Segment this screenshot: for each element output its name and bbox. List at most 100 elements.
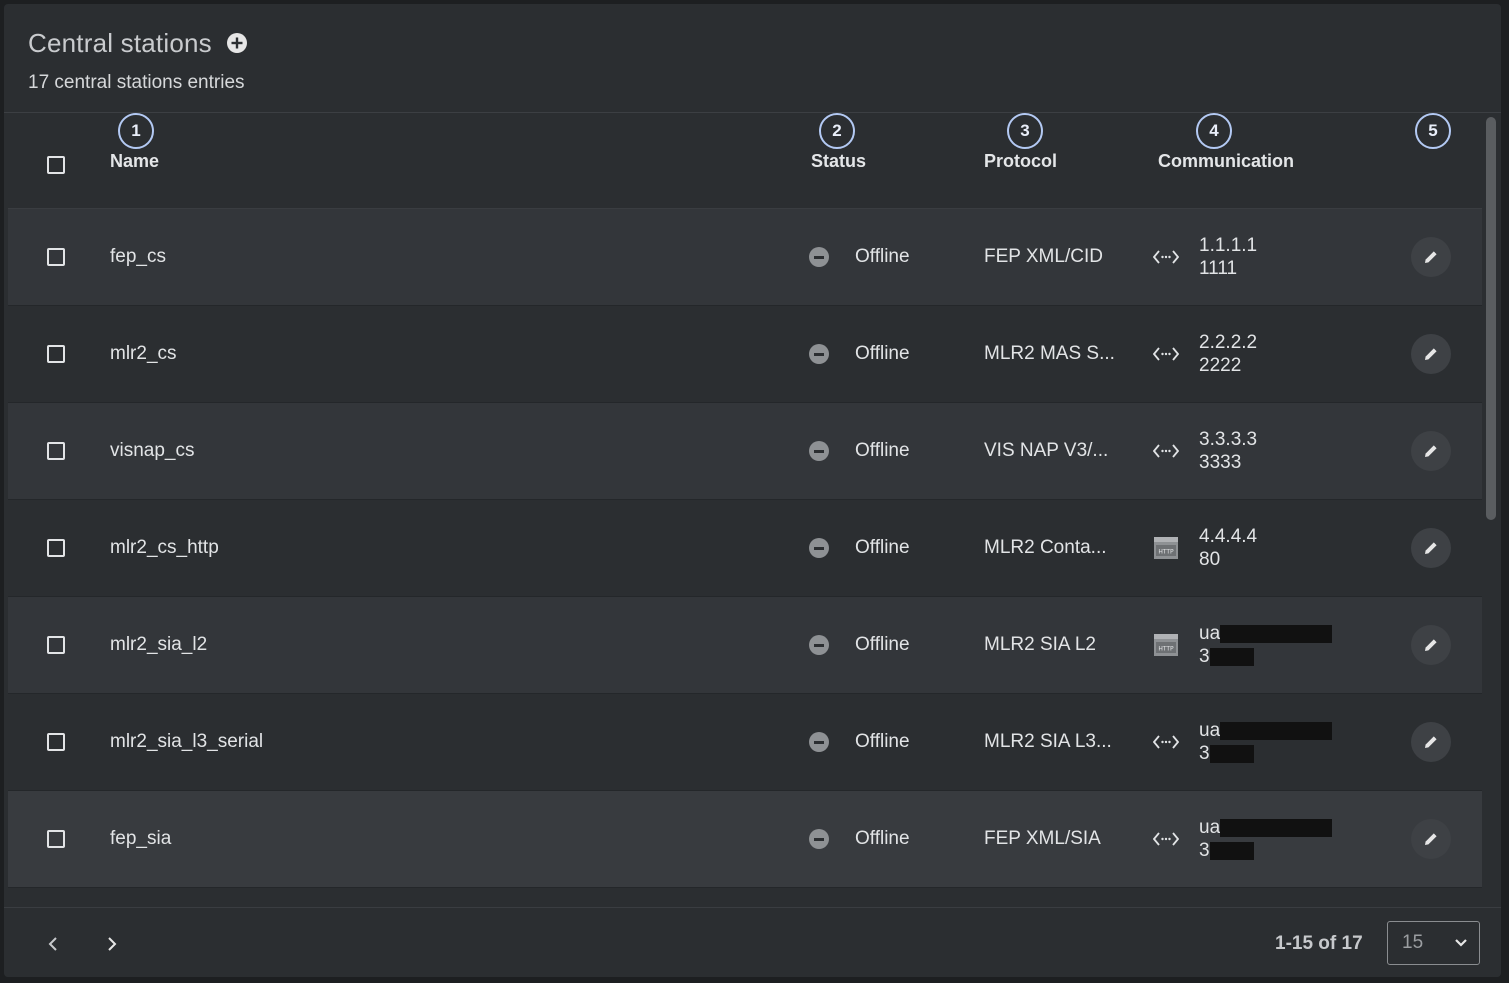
edit-button[interactable] (1411, 237, 1451, 277)
chevron-down-icon (1455, 939, 1467, 947)
code-arrows-icon (1153, 731, 1179, 753)
svg-text:HTTP: HTTP (1158, 549, 1174, 556)
communication-address: 1.1.1.1 (1199, 235, 1258, 256)
marker-2: 2 (819, 113, 855, 149)
column-header-communication[interactable]: Communication (1158, 151, 1294, 172)
communication-port: 1111 (1199, 258, 1238, 279)
row-status: Offline (855, 343, 910, 364)
row-checkbox[interactable] (47, 830, 65, 848)
communication-address: 4.4.4.4 (1199, 526, 1258, 547)
code-arrows-icon (1153, 440, 1179, 462)
row-status: Offline (855, 440, 910, 461)
row-communication: ua 3 (1199, 816, 1333, 862)
row-name: fep_cs (110, 246, 166, 267)
table-row[interactable]: fep_cs Offline FEP XML/CID 1.1.1.1 1111 (8, 209, 1482, 306)
row-checkbox[interactable] (47, 636, 65, 654)
pencil-icon (1425, 348, 1437, 360)
communication-address: 3.3.3.3 (1199, 429, 1258, 450)
next-page-button[interactable] (100, 932, 124, 956)
row-protocol: MLR2 Conta... (984, 537, 1107, 558)
row-checkbox[interactable] (47, 345, 65, 363)
redaction-box (1209, 841, 1254, 860)
row-checkbox[interactable] (47, 539, 65, 557)
row-protocol: MLR2 SIA L2 (984, 634, 1096, 655)
marker-3: 3 (1007, 113, 1043, 149)
pencil-icon (1425, 251, 1437, 263)
central-stations-panel: Central stations 17 central stations ent… (4, 4, 1501, 977)
row-name: mlr2_cs (110, 343, 177, 364)
column-header-protocol[interactable]: Protocol (984, 151, 1057, 172)
table-header: 1 Name 2 Status 3 Protocol 4 Communicati… (8, 113, 1482, 209)
pagination-footer: 1-15 of 17 15 (4, 907, 1501, 977)
redaction-box (1209, 744, 1254, 763)
row-status: Offline (855, 634, 910, 655)
row-status: Offline (855, 537, 910, 558)
row-checkbox[interactable] (47, 733, 65, 751)
page-size-select[interactable]: 15 (1387, 921, 1480, 965)
edit-button[interactable] (1411, 722, 1451, 762)
communication-port: 3 (1199, 840, 1210, 861)
row-name: mlr2_sia_l3_serial (110, 731, 264, 752)
add-central-station-button[interactable] (226, 32, 248, 54)
offline-status-icon (809, 829, 829, 849)
column-header-status[interactable]: Status (811, 151, 866, 172)
table-row[interactable]: mlr2_cs Offline MLR2 MAS S... 2.2.2.2 22… (8, 306, 1482, 403)
offline-status-icon (809, 732, 829, 752)
title-row: Central stations (28, 26, 248, 60)
table-row[interactable]: visnap_cs Offline VIS NAP V3/... 3.3.3.3… (8, 403, 1482, 500)
row-name: fep_sia (110, 828, 172, 849)
table-row[interactable]: mlr2_cs_http Offline MLR2 Conta... HTTP … (8, 500, 1482, 597)
row-communication: 2.2.2.2 2222 (1199, 331, 1257, 377)
vertical-scrollbar[interactable] (1486, 117, 1496, 520)
table-body: fep_cs Offline FEP XML/CID 1.1.1.1 1111 … (8, 209, 1482, 888)
row-name: visnap_cs (110, 440, 195, 461)
panel-header: Central stations 17 central stations ent… (28, 26, 248, 94)
communication-address: ua (1199, 817, 1221, 838)
page-title: Central stations (28, 27, 212, 58)
row-checkbox[interactable] (47, 248, 65, 266)
pencil-icon (1425, 833, 1437, 845)
communication-address: ua (1199, 623, 1221, 644)
column-header-name[interactable]: Name (110, 151, 159, 172)
page-size-value: 15 (1402, 932, 1424, 953)
communication-port: 3 (1199, 646, 1210, 667)
pencil-icon (1425, 445, 1437, 457)
row-status: Offline (855, 246, 910, 267)
http-icon: HTTP (1153, 537, 1179, 559)
row-communication: 3.3.3.3 3333 (1199, 428, 1257, 474)
communication-port: 80 (1199, 549, 1221, 570)
http-icon: HTTP (1153, 634, 1179, 656)
select-all-checkbox[interactable] (47, 156, 65, 174)
communication-address: 2.2.2.2 (1199, 332, 1258, 353)
edit-button[interactable] (1411, 528, 1451, 568)
row-name: mlr2_sia_l2 (110, 634, 208, 655)
row-checkbox[interactable] (47, 442, 65, 460)
row-communication: 4.4.4.4 80 (1199, 525, 1257, 571)
table-row[interactable]: fep_sia Offline FEP XML/SIA ua 3 (8, 791, 1482, 888)
row-communication: ua 3 (1199, 719, 1333, 765)
table-row[interactable]: mlr2_sia_l2 Offline MLR2 SIA L2 HTTP ua … (8, 597, 1482, 694)
row-communication: ua 3 (1199, 622, 1333, 668)
entries-count: 17 central stations entries (28, 72, 245, 93)
chevron-right-icon (108, 937, 117, 951)
pencil-icon (1425, 639, 1437, 651)
table-row[interactable]: mlr2_sia_l3_serial Offline MLR2 SIA L3..… (8, 694, 1482, 791)
marker-4: 4 (1196, 113, 1232, 149)
communication-port: 3 (1199, 743, 1210, 764)
row-protocol: MLR2 SIA L3... (984, 731, 1112, 752)
redaction-box (1209, 647, 1254, 666)
edit-button[interactable] (1411, 334, 1451, 374)
edit-button[interactable] (1411, 625, 1451, 665)
row-status: Offline (855, 828, 910, 849)
marker-1: 1 (118, 113, 154, 149)
row-protocol: MLR2 MAS S... (984, 343, 1115, 364)
edit-button[interactable] (1411, 819, 1451, 859)
svg-text:HTTP: HTTP (1158, 646, 1174, 653)
chevron-left-icon (48, 937, 57, 951)
offline-status-icon (809, 344, 829, 364)
row-protocol: FEP XML/SIA (984, 828, 1101, 849)
offline-status-icon (809, 441, 829, 461)
edit-button[interactable] (1411, 431, 1451, 471)
previous-page-button[interactable] (41, 932, 65, 956)
plus-circle-icon (226, 33, 247, 53)
